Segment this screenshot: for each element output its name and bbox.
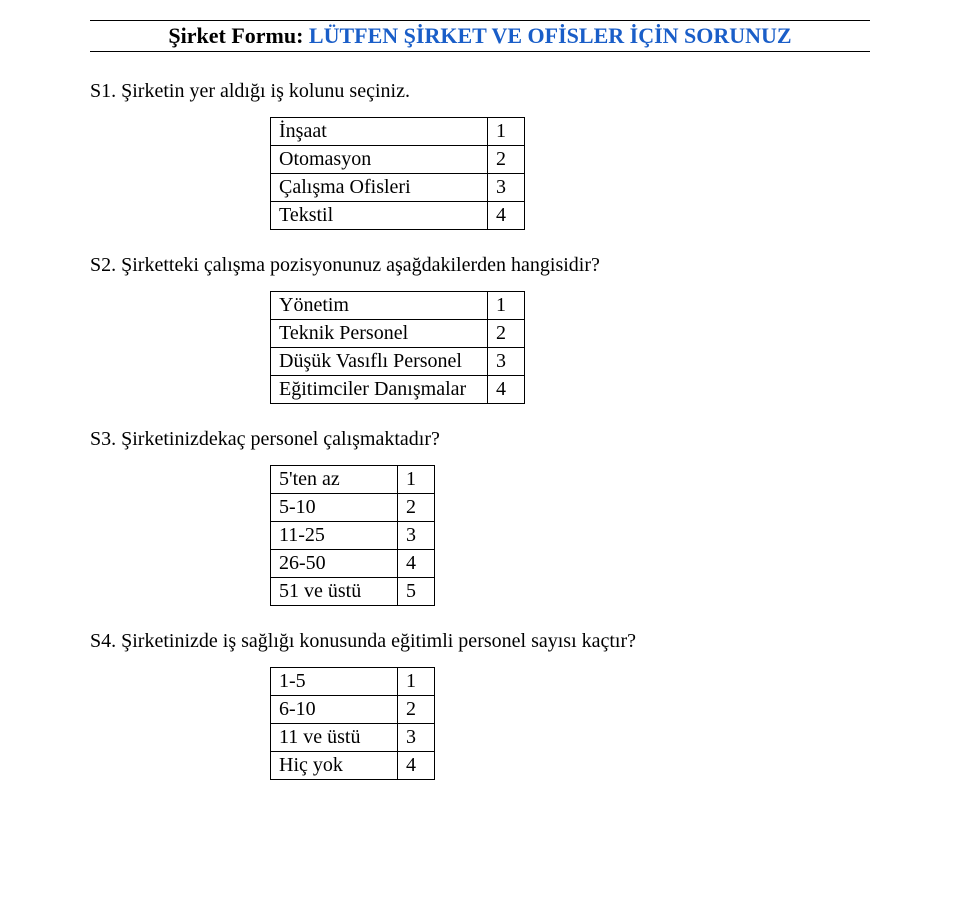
option-code: 1 xyxy=(488,292,525,320)
option-code: 5 xyxy=(398,578,435,606)
form-title-emphasis: LÜTFEN ŞİRKET VE OFİSLER İÇİN SORUNUZ xyxy=(309,23,792,48)
table-row: İnşaat 1 xyxy=(271,118,525,146)
question-s4-text: S4. Şirketinizde iş sağlığı konusunda eğ… xyxy=(90,630,870,653)
option-label: İnşaat xyxy=(271,118,488,146)
table-row: Hiç yok 4 xyxy=(271,752,435,780)
table-row: Çalışma Ofisleri 3 xyxy=(271,174,525,202)
option-code: 1 xyxy=(398,466,435,494)
question-s3: S3. Şirketinizdekaç personel çalışmaktad… xyxy=(90,428,870,606)
option-label: 6-10 xyxy=(271,696,398,724)
option-code: 4 xyxy=(488,376,525,404)
option-label: 5-10 xyxy=(271,494,398,522)
option-label: 26-50 xyxy=(271,550,398,578)
option-label: 11-25 xyxy=(271,522,398,550)
option-code: 2 xyxy=(488,146,525,174)
option-label: Yönetim xyxy=(271,292,488,320)
option-code: 1 xyxy=(398,668,435,696)
option-label: Teknik Personel xyxy=(271,320,488,348)
question-s4: S4. Şirketinizde iş sağlığı konusunda eğ… xyxy=(90,630,870,780)
question-s1-options: İnşaat 1 Otomasyon 2 Çalışma Ofisleri 3 … xyxy=(270,117,525,230)
table-row: 11-25 3 xyxy=(271,522,435,550)
table-row: 5'ten az 1 xyxy=(271,466,435,494)
option-label: 1-5 xyxy=(271,668,398,696)
option-label: Eğitimciler Danışmalar xyxy=(271,376,488,404)
form-title-bar: Şirket Formu: LÜTFEN ŞİRKET VE OFİSLER İ… xyxy=(90,20,870,52)
question-s1: S1. Şirketin yer aldığı iş kolunu seçini… xyxy=(90,80,870,230)
option-code: 3 xyxy=(488,174,525,202)
table-row: Düşük Vasıflı Personel 3 xyxy=(271,348,525,376)
question-s3-text: S3. Şirketinizdekaç personel çalışmaktad… xyxy=(90,428,870,451)
option-label: Düşük Vasıflı Personel xyxy=(271,348,488,376)
option-code: 1 xyxy=(488,118,525,146)
question-s3-options: 5'ten az 1 5-10 2 11-25 3 26-50 4 51 ve … xyxy=(270,465,435,606)
table-row: 11 ve üstü 3 xyxy=(271,724,435,752)
question-s1-text: S1. Şirketin yer aldığı iş kolunu seçini… xyxy=(90,80,870,103)
table-row: 1-5 1 xyxy=(271,668,435,696)
option-label: Tekstil xyxy=(271,202,488,230)
option-code: 3 xyxy=(488,348,525,376)
option-label: Otomasyon xyxy=(271,146,488,174)
option-label: 11 ve üstü xyxy=(271,724,398,752)
form-title-prefix: Şirket Formu: xyxy=(168,23,309,48)
question-s4-options: 1-5 1 6-10 2 11 ve üstü 3 Hiç yok 4 xyxy=(270,667,435,780)
table-row: Otomasyon 2 xyxy=(271,146,525,174)
option-code: 2 xyxy=(398,494,435,522)
table-row: Yönetim 1 xyxy=(271,292,525,320)
option-label: Çalışma Ofisleri xyxy=(271,174,488,202)
option-code: 4 xyxy=(488,202,525,230)
table-row: 26-50 4 xyxy=(271,550,435,578)
option-code: 4 xyxy=(398,752,435,780)
option-label: 51 ve üstü xyxy=(271,578,398,606)
question-s2-options: Yönetim 1 Teknik Personel 2 Düşük Vasıfl… xyxy=(270,291,525,404)
question-s2: S2. Şirketteki çalışma pozisyonunuz aşağ… xyxy=(90,254,870,404)
option-code: 2 xyxy=(488,320,525,348)
option-code: 4 xyxy=(398,550,435,578)
table-row: Teknik Personel 2 xyxy=(271,320,525,348)
option-code: 3 xyxy=(398,724,435,752)
option-code: 3 xyxy=(398,522,435,550)
table-row: 6-10 2 xyxy=(271,696,435,724)
option-label: 5'ten az xyxy=(271,466,398,494)
option-label: Hiç yok xyxy=(271,752,398,780)
question-s2-text: S2. Şirketteki çalışma pozisyonunuz aşağ… xyxy=(90,254,870,277)
table-row: Eğitimciler Danışmalar 4 xyxy=(271,376,525,404)
document-page: Şirket Formu: LÜTFEN ŞİRKET VE OFİSLER İ… xyxy=(0,0,960,844)
table-row: 51 ve üstü 5 xyxy=(271,578,435,606)
table-row: 5-10 2 xyxy=(271,494,435,522)
table-row: Tekstil 4 xyxy=(271,202,525,230)
form-title: Şirket Formu: LÜTFEN ŞİRKET VE OFİSLER İ… xyxy=(90,23,870,49)
option-code: 2 xyxy=(398,696,435,724)
